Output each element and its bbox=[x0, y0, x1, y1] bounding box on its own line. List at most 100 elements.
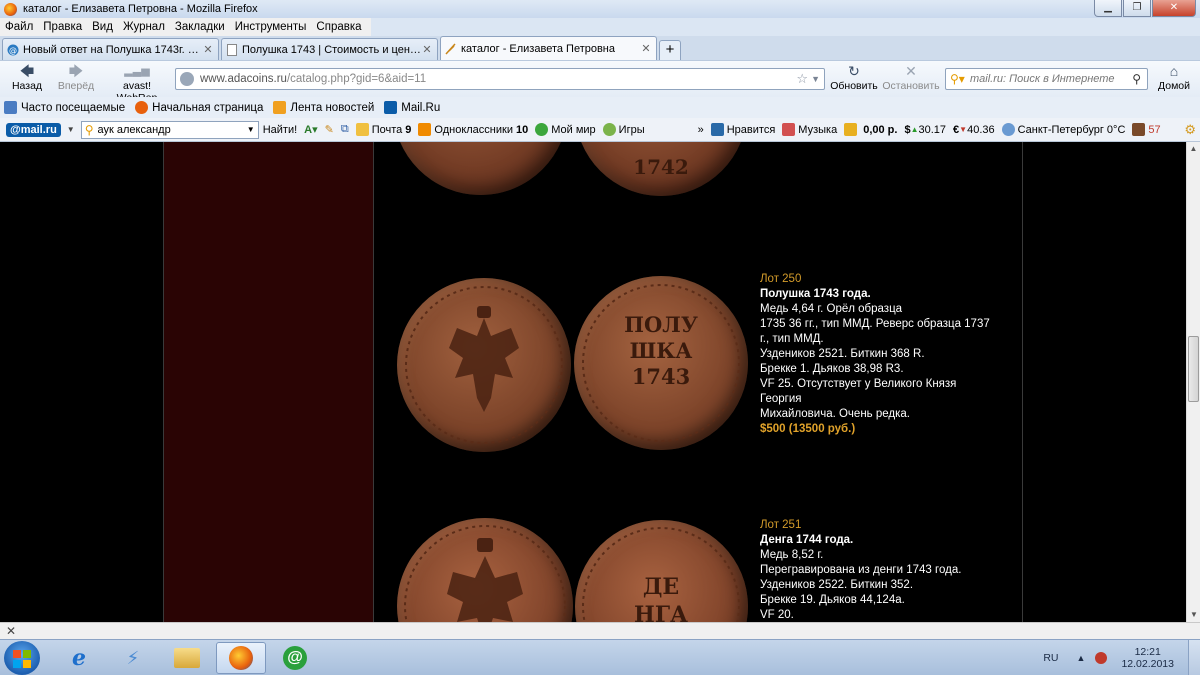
weather-button[interactable]: Санкт-Петербург 0°C bbox=[1001, 123, 1125, 136]
menu-edit[interactable]: Правка bbox=[38, 21, 87, 33]
refresh-button[interactable]: ↻ Обновить bbox=[829, 63, 879, 92]
balance-button[interactable]: 0,00 р. bbox=[844, 123, 897, 136]
close-icon[interactable]: ✕ bbox=[6, 624, 16, 638]
bookmark-mailru[interactable]: Mail.Ru bbox=[384, 101, 440, 114]
tab-label: Полушка 1743 | Стоимость и цены ... bbox=[242, 43, 421, 56]
rss-icon bbox=[273, 101, 287, 114]
language-indicator[interactable]: RU bbox=[1043, 652, 1058, 664]
usd-value: 30.17 bbox=[918, 123, 947, 136]
vertical-scrollbar[interactable]: ▲ ▼ bbox=[1186, 142, 1200, 622]
karma-value: 57 bbox=[1148, 123, 1161, 136]
clock[interactable]: 12:21 12.02.2013 bbox=[1121, 646, 1174, 670]
search-placeholder: mail.ru: Поиск в Интернете bbox=[970, 73, 1115, 85]
ie-icon[interactable]: e bbox=[54, 642, 104, 674]
close-button[interactable]: ✕ bbox=[1152, 0, 1196, 17]
forward-button[interactable]: 🡆 Вперёд bbox=[55, 63, 97, 92]
find-button[interactable]: Найти! bbox=[263, 124, 297, 136]
scroll-up-arrow-icon[interactable]: ▲ bbox=[1187, 142, 1200, 156]
navigation-bar: 🡄 Назад 🡆 Вперёд ▂▃▅ avast! WebRep www.a… bbox=[0, 60, 1200, 104]
menu-help[interactable]: Справка bbox=[311, 21, 366, 33]
zoom-icon[interactable]: ⧉ bbox=[341, 123, 349, 136]
bookmark-label: Начальная страница bbox=[152, 101, 264, 114]
bookmark-news-feed[interactable]: Лента новостей bbox=[273, 101, 374, 114]
lot-251: Лот 251 Денга 1744 года. Медь 8,52 г. Пе… bbox=[760, 518, 1000, 622]
coin-250-reverse: ПОЛУ ШКА 1743 bbox=[574, 276, 748, 450]
music-label: Музыка bbox=[798, 123, 838, 136]
mailru-toolbar: @mail.ru ▼ ⚲ аук александр ▼ Найти! A▾ ✎… bbox=[0, 118, 1200, 142]
lot-line: VF 20. bbox=[760, 609, 794, 621]
back-button[interactable]: 🡄 Назад bbox=[8, 63, 46, 92]
mail-agent-icon[interactable]: @ bbox=[270, 642, 320, 674]
coin-251-reverse: ДЕ НГА bbox=[575, 520, 748, 622]
bookmark-label: Часто посещаемые bbox=[21, 101, 126, 114]
down-arrow-icon: ▼ bbox=[959, 125, 968, 134]
eur-rate[interactable]: € ▼ 40.36 bbox=[953, 124, 995, 136]
page-icon bbox=[227, 43, 237, 56]
home-icon: ⌂ bbox=[1169, 63, 1179, 79]
chevron-down-icon[interactable]: ▼ bbox=[67, 125, 75, 134]
usd-rate[interactable]: $ ▲ 30.17 bbox=[904, 124, 946, 136]
coin-inscription: 1742 bbox=[633, 155, 689, 179]
coin-prev-reverse: 1742 bbox=[575, 142, 747, 196]
restore-button[interactable]: ❐ bbox=[1123, 0, 1151, 17]
firefox-icon[interactable] bbox=[216, 642, 266, 674]
mail-button[interactable]: Почта 9 bbox=[355, 123, 411, 136]
bookmark-most-visited[interactable]: Часто посещаемые bbox=[4, 101, 125, 114]
settings-gear-icon[interactable]: ⚙ bbox=[1184, 122, 1196, 138]
mailru-search-input[interactable]: ⚲ аук александр ▼ bbox=[80, 120, 259, 139]
scrollbar-thumb[interactable] bbox=[1188, 336, 1199, 402]
menu-tools[interactable]: Инструменты bbox=[230, 21, 312, 33]
overflow-chevron[interactable]: » bbox=[698, 124, 704, 136]
games-button[interactable]: Игры bbox=[602, 123, 645, 136]
close-icon[interactable]: ✕ bbox=[202, 43, 214, 56]
music-button[interactable]: Музыка bbox=[782, 123, 837, 136]
scroll-down-arrow-icon[interactable]: ▼ bbox=[1187, 608, 1200, 622]
messenger-icon[interactable]: ⚡ bbox=[108, 642, 158, 674]
stop-button[interactable]: ✕ Остановить bbox=[881, 63, 941, 92]
content-border bbox=[1022, 142, 1023, 622]
mailru-logo[interactable]: @mail.ru bbox=[6, 122, 61, 137]
menu-file[interactable]: Файл bbox=[0, 21, 38, 33]
myworld-button[interactable]: Мой мир bbox=[535, 123, 596, 136]
bookmark-star-icon[interactable]: ☆ bbox=[796, 71, 808, 87]
menu-view[interactable]: Вид bbox=[87, 21, 118, 33]
inscription-line: НГА bbox=[634, 602, 688, 622]
show-desktop-button[interactable] bbox=[1188, 640, 1200, 675]
show-hidden-icons-icon[interactable]: ▲ bbox=[1077, 653, 1086, 663]
new-tab-button[interactable]: + bbox=[659, 40, 681, 60]
highlight-icon[interactable]: ✎ bbox=[325, 123, 334, 136]
likes-button[interactable]: Нравится bbox=[710, 123, 775, 136]
odnoklassniki-button[interactable]: Одноклассники 10 bbox=[418, 123, 528, 136]
back-arrow-icon: 🡄 bbox=[19, 63, 35, 79]
close-icon[interactable]: ✕ bbox=[640, 42, 652, 55]
home-button[interactable]: ⌂ Домой bbox=[1154, 63, 1194, 92]
chevron-down-icon[interactable]: ▼ bbox=[247, 125, 255, 134]
myworld-icon bbox=[535, 123, 549, 136]
karma-button[interactable]: 57 bbox=[1132, 123, 1161, 136]
coin-250-obverse bbox=[397, 278, 571, 452]
menu-history[interactable]: Журнал bbox=[118, 21, 170, 33]
close-icon[interactable]: ✕ bbox=[421, 43, 433, 56]
lot-line: Бреккe 19. Дьяков 44,124а. bbox=[760, 594, 905, 606]
search-box[interactable]: ⚲▾ mail.ru: Поиск в Интернете ⚲ bbox=[945, 68, 1148, 90]
inscription-line: 1743 bbox=[632, 364, 690, 389]
tray-app-icon[interactable] bbox=[1095, 652, 1108, 664]
minimize-button[interactable]: ▁ bbox=[1094, 0, 1122, 17]
tab-prices[interactable]: Полушка 1743 | Стоимость и цены ... ✕ bbox=[221, 38, 438, 60]
left-sidebar-column bbox=[163, 142, 374, 622]
address-bar[interactable]: www.adacoins.ru/catalog.php?gid=6&aid=11… bbox=[175, 68, 825, 90]
clock-time: 12:21 bbox=[1134, 646, 1161, 658]
search-icon[interactable]: ⚲ bbox=[1132, 72, 1141, 86]
font-icon[interactable]: A▾ bbox=[304, 123, 317, 136]
menu-bookmarks[interactable]: Закладки bbox=[170, 21, 230, 33]
chevron-down-icon[interactable]: ▼ bbox=[811, 74, 820, 84]
start-button[interactable] bbox=[4, 641, 40, 675]
bookmark-start-page[interactable]: Начальная страница bbox=[135, 101, 263, 114]
lot-line: Георгия bbox=[760, 393, 802, 405]
search-engine-icon[interactable]: ⚲▾ bbox=[950, 72, 966, 86]
ok-count: 10 bbox=[515, 123, 529, 136]
explorer-icon[interactable] bbox=[162, 642, 212, 674]
tab-catalog[interactable]: каталог - Елизавета Петровна ✕ bbox=[440, 36, 657, 60]
lot-line: Медь 8,52 г. bbox=[760, 549, 824, 561]
tab-forum[interactable]: @ Новый ответ на Полушка 1743г. Раз... ✕ bbox=[2, 38, 219, 60]
